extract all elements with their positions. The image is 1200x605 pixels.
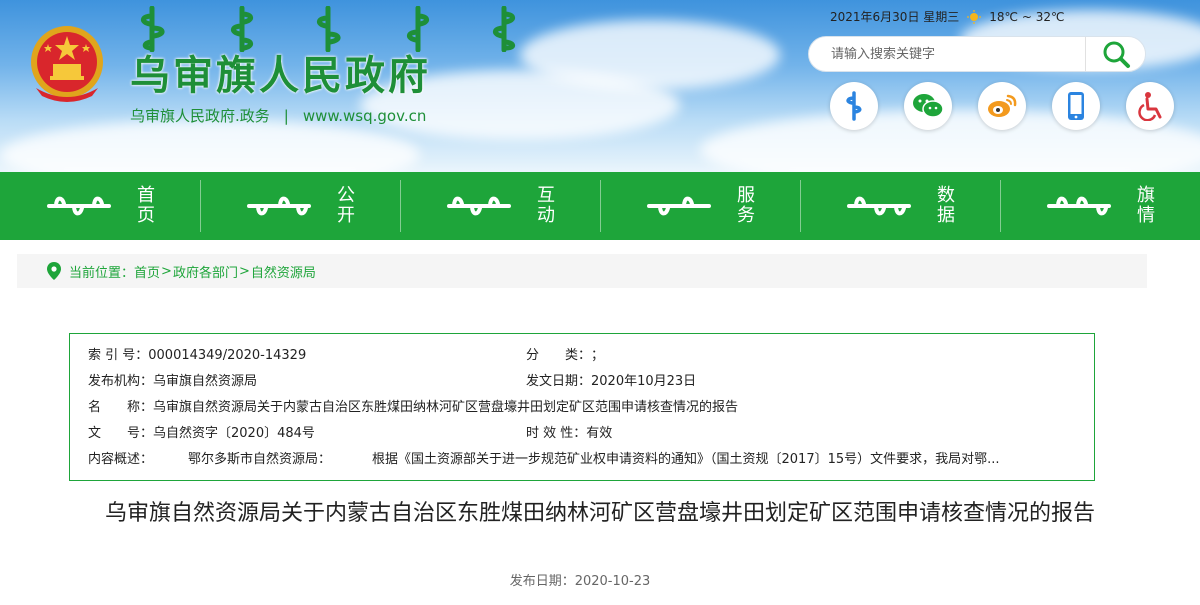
validity-label: 时 效 性：: [526, 426, 587, 441]
breadcrumb-home[interactable]: 首页: [134, 262, 160, 281]
org-value: 乌审旗自然资源局: [153, 374, 258, 389]
nav-item-public[interactable]: 公开: [200, 172, 400, 240]
breadcrumb-natural-resources[interactable]: 自然资源局: [251, 262, 316, 281]
date-value: 2020年10月23日: [591, 374, 697, 389]
nav-label: 数据: [937, 185, 955, 226]
nav-label: 旗情: [1137, 185, 1155, 226]
summary-label: 内容概述：: [88, 452, 154, 467]
mobile-version-button[interactable]: [1052, 82, 1100, 130]
mongolian-script-glyph: [447, 196, 511, 216]
breadcrumb-prefix: 当前位置：: [69, 265, 135, 281]
breadcrumb-separator: >: [238, 263, 250, 279]
mongolian-script-icon: [846, 91, 862, 121]
nav-item-interaction[interactable]: 互动: [400, 172, 600, 240]
publish-date-label: 发布日期：: [509, 574, 575, 589]
nav-item-home[interactable]: 首页: [0, 172, 200, 240]
site-title[interactable]: 乌审旗人民政府: [130, 52, 431, 100]
weibo-icon: [988, 94, 1017, 117]
search-input[interactable]: [809, 37, 1085, 71]
cloud-decoration: [520, 20, 780, 90]
nav-item-service[interactable]: 服务: [600, 172, 800, 240]
org-label: 发布机构：: [88, 374, 154, 389]
national-emblem-logo[interactable]: [26, 22, 108, 106]
site-sub-name: 乌审旗人民政府.政务: [130, 107, 270, 125]
nav-item-county-info[interactable]: 旗情: [1000, 172, 1200, 240]
mongolian-script-glyph: [847, 196, 911, 216]
info-name: 名 称：乌审旗自然资源局关于内蒙古自治区东胜煤田纳林河矿区营盘壕井田划定矿区范围…: [88, 398, 738, 418]
site-header: 乌审旗人民政府 乌审旗人民政府.政务 | www.wsq.gov.cn 2021…: [0, 0, 1200, 172]
mongolian-script-glyph: [47, 196, 111, 216]
nav-item-data[interactable]: 数据: [800, 172, 1000, 240]
publish-date: 发布日期：2020-10-23: [0, 570, 1160, 589]
nav-label: 公开: [337, 185, 355, 226]
index-value: 000014349/2020-14329: [148, 348, 307, 363]
mongolian-script-glyph: [247, 196, 311, 216]
mongolian-script-glyph: [407, 6, 429, 52]
search-icon: [1103, 41, 1130, 68]
mongolian-script-glyph: [1047, 196, 1111, 216]
current-date: 2021年6月30日 星期三: [830, 10, 960, 24]
search-box: [808, 36, 1146, 72]
weather-temperature: 18℃ ~ 32℃: [989, 10, 1065, 24]
summary-addressee: 鄂尔多斯市自然资源局：: [188, 452, 332, 467]
name-value: 乌审旗自然资源局关于内蒙古自治区东胜煤田纳林河矿区营盘壕井田划定矿区范围申请核查…: [153, 400, 739, 415]
doc-number-label: 文 号：: [88, 426, 154, 441]
validity-value: 有效: [586, 426, 613, 441]
document-info-box: 索 引 号：000014349/2020-14329 分 类：； 发布机构：乌审…: [69, 333, 1095, 481]
mongolian-title-script: [132, 6, 528, 52]
site-sub-separator: |: [283, 107, 289, 125]
info-doc-number: 文 号：乌自然资字〔2020〕484号: [88, 424, 315, 444]
info-date: 发文日期：2020年10月23日: [526, 372, 696, 392]
accessibility-icon: [1138, 92, 1162, 121]
accessibility-button[interactable]: [1126, 82, 1174, 130]
nav-label: 服务: [737, 185, 755, 226]
category-label: 分 类：: [526, 348, 592, 363]
wechat-icon: [913, 94, 944, 118]
date-label: 发文日期：: [526, 374, 592, 389]
publish-date-value: 2020-10-23: [574, 574, 651, 589]
mongolian-script-glyph: [647, 196, 711, 216]
breadcrumb-separator: >: [161, 263, 172, 279]
sun-icon: [967, 10, 982, 24]
info-category: 分 类：；: [526, 346, 604, 366]
breadcrumb-departments[interactable]: 政府各部门: [173, 262, 238, 281]
nav-label: 首页: [137, 185, 155, 226]
date-weather: 2021年6月30日 星期三 18℃ ~ 32℃: [830, 8, 1064, 26]
summary-text: 根据《国土资源部关于进一步规范矿业权申请资料的通知》（国土资规〔2017〕15号…: [372, 452, 1000, 467]
info-index: 索 引 号：000014349/2020-14329: [88, 346, 306, 366]
mongolian-version-button[interactable]: [830, 82, 878, 130]
main-nav: 首页 公开 互动 服务 数据 旗情: [0, 172, 1200, 240]
mongolian-script-glyph: [493, 6, 515, 52]
mongolian-script-glyph: [141, 6, 165, 52]
nav-label: 互动: [537, 185, 555, 226]
breadcrumb: 当前位置： 首页 > 政府各部门 > 自然资源局: [17, 254, 1147, 288]
search-button[interactable]: [1085, 37, 1145, 71]
info-org: 发布机构：乌审旗自然资源局: [88, 372, 257, 392]
category-value: ；: [591, 348, 605, 363]
wechat-button[interactable]: [904, 82, 952, 130]
mobile-icon: [1068, 92, 1084, 120]
info-validity: 时 效 性：有效: [526, 424, 612, 444]
article-title: 乌审旗自然资源局关于内蒙古自治区东胜煤田纳林河矿区营盘壕井田划定矿区范围申请核查…: [104, 501, 1095, 526]
doc-number-value: 乌自然资字〔2020〕484号: [153, 426, 315, 441]
weibo-button[interactable]: [978, 82, 1026, 130]
site-subtitle: 乌审旗人民政府.政务 | www.wsq.gov.cn: [130, 106, 426, 126]
name-label: 名 称：: [88, 400, 154, 415]
quick-icon-row: [830, 82, 1174, 130]
mongolian-script-glyph: [231, 6, 253, 52]
cloud-decoration: [0, 120, 420, 172]
index-label: 索 引 号：: [88, 348, 149, 363]
mongolian-script-glyph: [317, 6, 341, 52]
site-url[interactable]: www.wsq.gov.cn: [303, 106, 427, 126]
location-pin-icon: [47, 262, 61, 280]
